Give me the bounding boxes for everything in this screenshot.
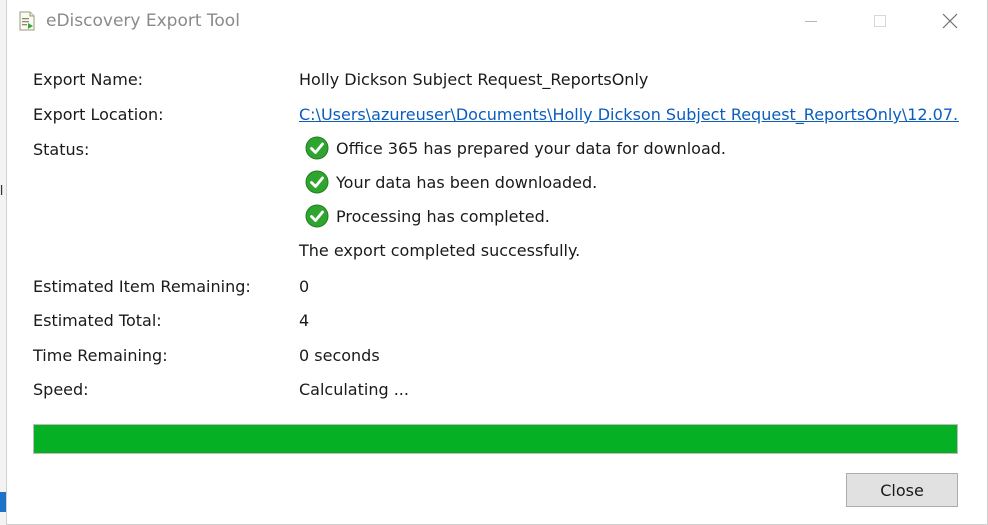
green-check-icon — [305, 204, 329, 228]
export-name-value: Holly Dickson Subject Request_ReportsOnl… — [299, 70, 649, 89]
status-item: Office 365 has prepared your data for do… — [305, 136, 726, 160]
export-tool-window: eDiscovery Export Tool Export Name: Holl… — [6, 0, 988, 525]
green-check-icon — [305, 170, 329, 194]
export-progress-bar — [33, 424, 958, 454]
progress-bar-fill — [34, 425, 957, 453]
export-location-link[interactable]: C:\Users\azureuser\Documents\Holly Dicks… — [299, 105, 959, 124]
green-check-icon — [305, 136, 329, 160]
time-remaining-label: Time Remaining: — [33, 346, 168, 365]
status-summary: The export completed successfully. — [299, 241, 581, 260]
estimated-total-value: 4 — [299, 311, 310, 330]
time-remaining-value: 0 seconds — [299, 346, 380, 365]
close-button[interactable]: Close — [846, 473, 958, 507]
estimated-total-label: Estimated Total: — [33, 311, 162, 330]
export-location-label: Export Location: — [33, 105, 164, 124]
status-item: Processing has completed. — [305, 204, 550, 228]
speed-label: Speed: — [33, 380, 89, 399]
status-item-text: Your data has been downloaded. — [336, 172, 598, 192]
status-item-text: Office 365 has prepared your data for do… — [336, 138, 727, 158]
estimated-item-remaining-value: 0 — [299, 277, 310, 296]
estimated-item-remaining-label: Estimated Item Remaining: — [33, 277, 251, 296]
export-name-label: Export Name: — [33, 70, 144, 89]
export-details: Export Name: Holly Dickson Subject Reque… — [7, 0, 987, 524]
background-window-fragment: l — [0, 182, 4, 198]
speed-value: Calculating ... — [299, 380, 409, 399]
status-item: Your data has been downloaded. — [305, 170, 597, 194]
status-label: Status: — [33, 140, 90, 159]
status-item-text: Processing has completed. — [336, 206, 550, 226]
